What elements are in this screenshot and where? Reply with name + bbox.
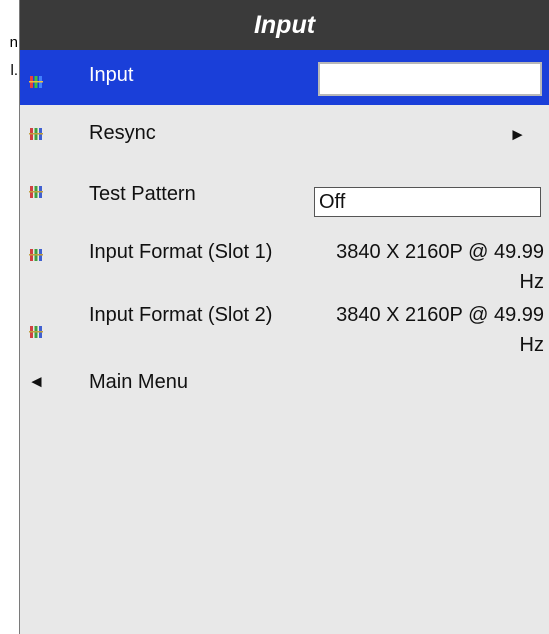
- rgb-connector-icon: [29, 249, 43, 261]
- input-format-value: 3840 X 2160P @ 49.99 Hz: [336, 241, 544, 293]
- menu-item-resync[interactable]: Resync ►: [20, 105, 549, 163]
- menu-item-input-format-slot-1: Input Format (Slot 1) 3840 X 2160P @ 49.…: [20, 221, 549, 300]
- menu-item-label: Resync: [89, 122, 156, 144]
- menu-item-label: Test Pattern: [89, 183, 196, 205]
- submenu-arrow-icon: ►: [509, 125, 526, 144]
- rgb-connector-icon: [29, 76, 43, 88]
- menu-item-label: Input Format (Slot 2): [89, 304, 273, 326]
- menu-item-input-format-slot-2: Input Format (Slot 2) 3840 X 2160P @ 49.…: [20, 300, 549, 372]
- background-text-fragment-1: n: [9, 34, 18, 51]
- test-pattern-select[interactable]: Off: [314, 187, 541, 217]
- input-selection-field[interactable]: [318, 62, 542, 96]
- rgb-connector-icon: [29, 128, 43, 140]
- rgb-connector-icon: [29, 326, 43, 338]
- back-arrow-icon: ◄: [28, 372, 45, 391]
- menu-title: Input: [253, 10, 316, 39]
- input-format-value: 3840 X 2160P @ 49.99 Hz: [336, 304, 544, 356]
- menu-item-label: Input: [89, 64, 134, 86]
- menu-item-input[interactable]: Input: [20, 50, 549, 105]
- menu-item-label: Input Format (Slot 1): [89, 241, 273, 263]
- menu-item-label: Main Menu: [89, 371, 188, 393]
- menu-item-main-menu[interactable]: ◄ Main Menu: [20, 371, 549, 420]
- menu-item-test-pattern[interactable]: Test Pattern Off: [20, 163, 549, 221]
- osd-menu-panel: Input Input Resync ► Test Pattern Off In…: [19, 0, 549, 634]
- background-text-fragment-2: l.: [10, 62, 19, 79]
- rgb-connector-icon: [29, 186, 43, 198]
- menu-title-bar: Input: [20, 0, 549, 50]
